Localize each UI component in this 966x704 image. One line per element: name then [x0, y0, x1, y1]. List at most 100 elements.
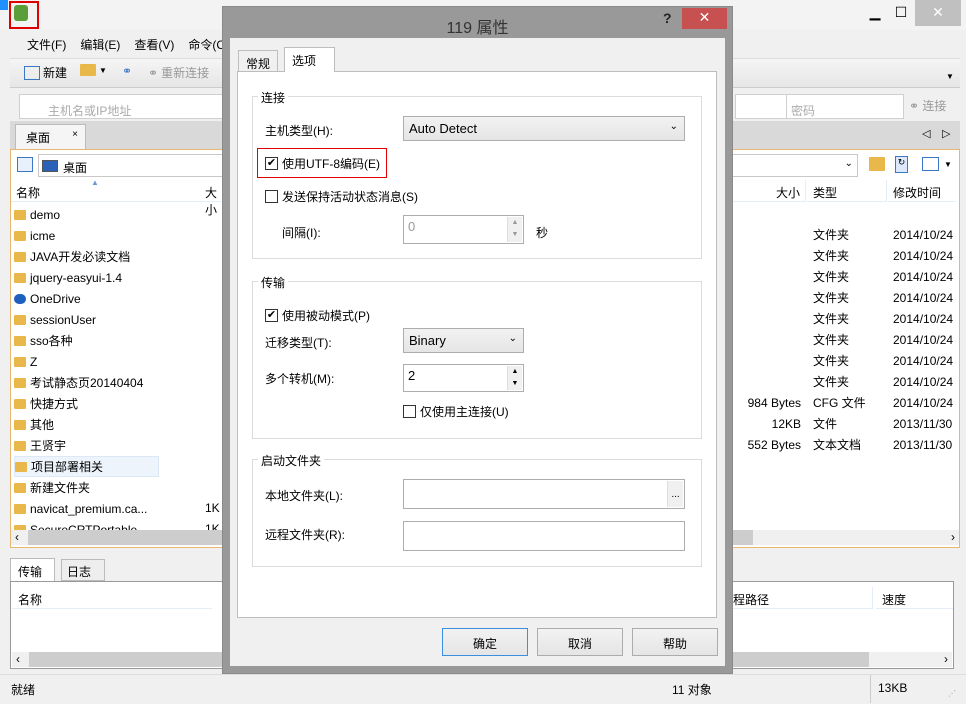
- file-row[interactable]: 项目部署相关: [14, 456, 159, 477]
- file-row[interactable]: Z: [14, 351, 37, 372]
- column-type[interactable]: 类型: [807, 180, 887, 202]
- menu-view[interactable]: 查看(V): [127, 32, 181, 56]
- reconnect-button[interactable]: ⚭ 重新连接: [148, 64, 209, 81]
- multi-transfer-spinner[interactable]: 2 ▲ ▼: [403, 364, 524, 392]
- file-modified: 2014/10/24: [893, 270, 954, 284]
- column-modified[interactable]: 修改时间: [888, 180, 956, 202]
- tab-log[interactable]: 日志: [61, 559, 105, 581]
- file-type: 文件夹: [813, 312, 850, 326]
- spin-arrows-icon[interactable]: ▲ ▼: [507, 217, 522, 242]
- column-name-label: 名称: [16, 186, 41, 200]
- file-row[interactable]: OneDrive: [14, 288, 81, 309]
- transfer-column-name[interactable]: 名称: [12, 587, 212, 609]
- maximize-button[interactable]: ☐: [886, 4, 916, 22]
- transfer-column-speed[interactable]: 速度: [876, 587, 953, 609]
- tab-options-label: 选项: [292, 54, 317, 68]
- file-row[interactable]: 快捷方式: [14, 393, 78, 414]
- close-tab-icon[interactable]: ×: [72, 129, 78, 140]
- dialog-close-button[interactable]: ✕: [682, 8, 727, 29]
- file-row[interactable]: jquery-easyui-1.4: [14, 267, 122, 288]
- new-button[interactable]: 新建: [24, 64, 67, 81]
- refresh-icon[interactable]: ↻: [895, 156, 908, 173]
- folder-icon: [14, 356, 26, 367]
- file-modified: 2014/10/24: [893, 312, 954, 326]
- connect-button[interactable]: ⚭ 连接: [909, 97, 946, 114]
- file-row[interactable]: JAVA开发必读文档: [14, 246, 130, 267]
- scroll-right-icon[interactable]: ›: [944, 652, 948, 666]
- tab-general[interactable]: 常规: [238, 50, 279, 72]
- file-row[interactable]: sessionUser: [14, 309, 96, 330]
- tab-next-icon[interactable]: ▷: [942, 127, 950, 140]
- keepalive-checkbox[interactable]: 发送保持活动状态消息(S): [265, 188, 418, 205]
- column-type-label: 类型: [813, 186, 838, 200]
- file-name: icme: [30, 228, 56, 243]
- ok-button[interactable]: 确定: [442, 628, 528, 656]
- tab-general-label: 常规: [246, 57, 271, 71]
- checkbox-unchecked-icon: [403, 405, 416, 418]
- help-icon[interactable]: ?: [663, 10, 672, 26]
- local-folder-input[interactable]: ...: [403, 479, 685, 509]
- toolbar-overflow-icon[interactable]: ▼: [946, 72, 954, 81]
- tab-desktop[interactable]: 桌面 ×: [15, 124, 86, 149]
- view-mode-icon[interactable]: [922, 157, 939, 171]
- file-row[interactable]: navicat_premium.ca...: [14, 498, 147, 519]
- tab-options[interactable]: 选项: [284, 47, 335, 72]
- scroll-left-icon[interactable]: ‹: [16, 652, 20, 666]
- file-name: 项目部署相关: [31, 460, 104, 474]
- main-only-checkbox[interactable]: 仅使用主连接(U): [403, 403, 509, 420]
- file-row[interactable]: 新建文件夹: [14, 477, 90, 498]
- file-icon: [14, 503, 26, 514]
- file-name: 快捷方式: [30, 397, 79, 411]
- cancel-button[interactable]: 取消: [537, 628, 623, 656]
- plug-icon: ⚭: [122, 64, 133, 78]
- column-size[interactable]: 大小: [733, 180, 806, 202]
- passive-checkbox[interactable]: ✔ 使用被动模式(P): [265, 307, 370, 324]
- transfer-column-remote[interactable]: 远程路径: [733, 587, 873, 609]
- transfer-mode-select[interactable]: Binary ⌄: [403, 328, 524, 353]
- main-only-label: 仅使用主连接(U): [420, 405, 509, 419]
- file-row[interactable]: 王贤宇: [14, 435, 66, 456]
- browse-button[interactable]: ...: [667, 481, 683, 507]
- menu-edit[interactable]: 编辑(E): [73, 32, 127, 56]
- open-folder-button[interactable]: ▼: [80, 64, 107, 76]
- column-name[interactable]: 名称 ▲: [11, 178, 221, 202]
- scroll-left-icon[interactable]: ‹: [15, 530, 19, 544]
- connect-icon-button[interactable]: ⚭: [122, 64, 132, 78]
- tab-prev-icon[interactable]: ◁: [922, 127, 930, 140]
- parent-folder-icon[interactable]: [869, 157, 885, 171]
- file-row[interactable]: 其他: [14, 414, 54, 435]
- help-button[interactable]: 帮助: [632, 628, 718, 656]
- menu-bar: 文件(F) 编辑(E) 查看(V) 命令(C): [20, 32, 236, 56]
- file-type: 文件夹: [813, 249, 850, 263]
- interval-spinner[interactable]: 0 ▲ ▼: [403, 215, 524, 244]
- view-dropdown-icon[interactable]: ▼: [944, 160, 952, 169]
- folder-icon: [14, 377, 26, 388]
- file-modified: 2014/10/24: [893, 396, 954, 410]
- file-row[interactable]: icme: [14, 225, 55, 246]
- file-name: navicat_premium.ca...: [30, 501, 148, 516]
- utf8-checkbox[interactable]: ✔ 使用UTF-8编码(E): [265, 155, 380, 172]
- column-size-left[interactable]: 大小: [205, 180, 221, 217]
- multi-transfer-label: 多个转机(M):: [265, 372, 335, 386]
- desktop-icon: [42, 160, 58, 172]
- transfer-mode-value: Binary: [409, 333, 446, 348]
- chevron-down-icon: ⌄: [844, 158, 853, 169]
- plug-disabled-icon: ⚭: [909, 99, 920, 113]
- file-row[interactable]: sso各种: [14, 330, 73, 351]
- tab-transfer[interactable]: 传输: [10, 558, 55, 582]
- remote-folder-input[interactable]: [403, 521, 685, 551]
- close-button[interactable]: ✕: [915, 0, 961, 26]
- password-input[interactable]: 密码: [786, 94, 904, 119]
- scroll-right-icon[interactable]: ›: [951, 530, 955, 544]
- file-row[interactable]: 考试静态页20140404: [14, 372, 143, 393]
- username-input[interactable]: [735, 94, 793, 119]
- menu-file[interactable]: 文件(F): [20, 32, 73, 56]
- interval-label: 间隔(I):: [282, 226, 321, 240]
- host-type-select[interactable]: Auto Detect ⌄: [403, 116, 685, 141]
- resize-grip-icon[interactable]: ⋰: [948, 689, 956, 698]
- spin-arrows-icon[interactable]: ▲ ▼: [507, 366, 522, 390]
- host-input[interactable]: 主机名或IP地址: [19, 94, 229, 119]
- file-row[interactable]: demo: [14, 204, 60, 225]
- tree-toggle-icon[interactable]: [17, 157, 33, 172]
- file-icon: [14, 419, 26, 430]
